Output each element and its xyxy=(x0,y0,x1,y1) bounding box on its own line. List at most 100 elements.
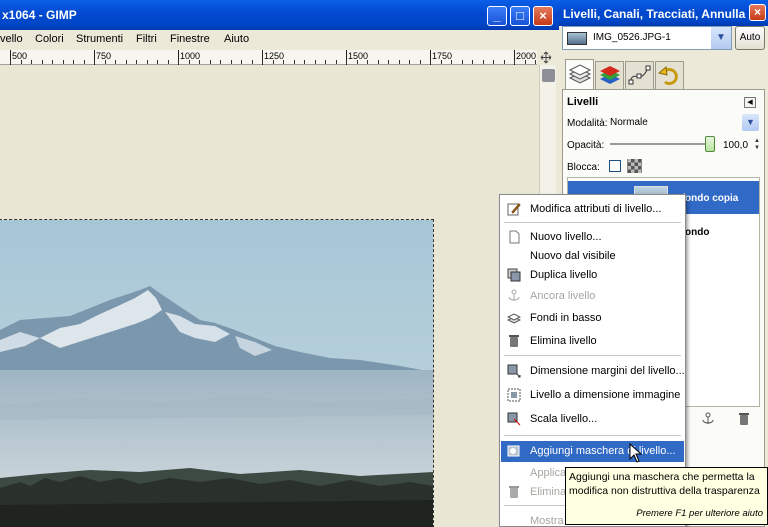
menu-item-label: Dimensione margini del livello... xyxy=(530,365,685,377)
ruler-tick xyxy=(346,60,347,64)
auto-button[interactable]: Auto xyxy=(735,26,765,50)
ruler-tick xyxy=(294,60,295,64)
menu-item-label: Livello a dimensione immagine xyxy=(530,389,681,401)
tab-channels[interactable] xyxy=(595,61,624,89)
menu-item-label: Nuovo dal visibile xyxy=(530,250,616,262)
ruler-tick xyxy=(504,60,505,64)
tooltip-line: modifica non distruttiva della trasparen… xyxy=(569,485,760,497)
opacity-label: Opacità: xyxy=(567,140,605,151)
menu-filtri[interactable]: Filtri xyxy=(136,33,157,45)
undo-icon xyxy=(657,66,678,85)
opacity-slider[interactable] xyxy=(610,143,715,145)
opacity-slider-handle[interactable] xyxy=(705,136,715,152)
dock-close-button[interactable]: × xyxy=(749,4,766,21)
ruler-tick xyxy=(378,60,379,64)
scale-layer-icon xyxy=(507,412,521,426)
zoom-icon[interactable] xyxy=(542,69,555,82)
image-window-title: x1064 - GIMP xyxy=(2,8,77,22)
ruler-tick xyxy=(178,60,179,64)
menu-finestre[interactable]: Finestre xyxy=(170,33,210,45)
ruler-tick xyxy=(105,60,106,64)
image-selector[interactable]: IMG_0526.JPG-1 ▼ xyxy=(562,26,732,50)
ruler-tick xyxy=(367,60,368,64)
menu-item-new-layer[interactable]: Nuovo livello... xyxy=(501,227,684,248)
horizontal-ruler[interactable]: 500 750 1000 1250 1500 1750 2000 xyxy=(0,50,537,65)
ruler-tick xyxy=(157,60,158,64)
panel-menu-icon[interactable]: ◀ xyxy=(744,97,756,108)
menu-item-edit-attributes[interactable]: Modifica attributi di livello... xyxy=(501,199,684,220)
menubar: vello Colori Strumenti Filtri Finestre A… xyxy=(0,30,559,50)
ruler-tick xyxy=(231,60,232,64)
ruler-tick xyxy=(441,60,442,64)
mode-value: Normale xyxy=(610,117,648,128)
menu-livello[interactable]: vello xyxy=(0,33,23,45)
photo-layer[interactable] xyxy=(0,219,434,527)
ruler-tick xyxy=(430,60,431,64)
menu-item-new-from-visible[interactable]: Nuovo dal visibile xyxy=(501,246,684,267)
opacity-spinner[interactable]: ▲ ▼ xyxy=(754,138,762,152)
opacity-value[interactable]: 100,0 xyxy=(723,140,748,151)
dock-title: Livelli, Canali, Tracciati, Annulla ... xyxy=(563,7,759,21)
menu-item-duplicate[interactable]: Duplica livello xyxy=(501,265,684,286)
ruler-label: 1500 xyxy=(348,51,369,61)
mode-select[interactable]: Normale ▼ xyxy=(604,114,759,132)
chevron-down-icon[interactable]: ▼ xyxy=(711,27,731,49)
menu-item-label: Elimina livello xyxy=(530,335,597,347)
lock-alpha-icon[interactable] xyxy=(627,159,642,173)
ruler-tick xyxy=(325,60,326,64)
ruler-label: 2000 xyxy=(516,51,537,61)
tab-undo[interactable] xyxy=(655,61,684,89)
menu-item-anchor[interactable]: Ancora livello xyxy=(501,286,684,307)
edit-icon xyxy=(507,203,521,216)
ruler-tick xyxy=(189,60,190,64)
menu-colori[interactable]: Colori xyxy=(35,33,64,45)
image-selector-label: IMG_0526.JPG-1 xyxy=(593,32,671,43)
menu-item-layer-boundary[interactable]: Dimensione margini del livello... xyxy=(501,361,685,382)
image-window-titlebar[interactable]: x1064 - GIMP _ □ × xyxy=(0,0,559,30)
minimize-button[interactable]: _ xyxy=(487,6,507,26)
menu-item-merge-down[interactable]: Fondi in basso xyxy=(501,308,684,329)
menu-item-layer-to-image-size[interactable]: Livello a dimensione immagine xyxy=(501,385,684,406)
channels-icon xyxy=(600,66,620,84)
ruler-tick xyxy=(493,60,494,64)
ruler-tick xyxy=(199,60,200,64)
menu-item-add-layer-mask[interactable]: Aggiungi maschera di livello... xyxy=(501,441,684,462)
ruler-tick xyxy=(210,60,211,64)
add-mask-icon xyxy=(507,445,520,457)
ruler-tick xyxy=(525,60,526,64)
ruler-tick xyxy=(136,60,137,64)
tooltip-line: Aggiungi una maschera che permetta la xyxy=(569,471,755,483)
menu-strumenti[interactable]: Strumenti xyxy=(76,33,123,45)
navigate-icon[interactable] xyxy=(538,50,554,65)
merge-down-icon xyxy=(507,313,521,324)
close-button[interactable]: × xyxy=(533,6,553,26)
trash-icon[interactable] xyxy=(737,412,751,426)
ruler-tick xyxy=(514,60,515,64)
ruler-tick xyxy=(262,60,263,64)
anchor-icon[interactable] xyxy=(701,412,715,426)
ruler-tick xyxy=(10,60,11,64)
ruler-tick xyxy=(52,60,53,64)
ruler-tick xyxy=(126,60,127,64)
dock-titlebar[interactable]: Livelli, Canali, Tracciati, Annulla ... … xyxy=(559,0,768,26)
menu-item-scale-layer[interactable]: Scala livello... xyxy=(501,409,684,430)
tab-paths[interactable] xyxy=(625,61,654,89)
tab-layers[interactable] xyxy=(565,59,594,89)
chevron-down-icon[interactable]: ▼ xyxy=(742,114,759,131)
maximize-button[interactable]: □ xyxy=(510,6,530,26)
ruler-tick xyxy=(472,60,473,64)
ruler-tick xyxy=(399,60,400,64)
image-thumbnail xyxy=(567,32,587,45)
panel-title: Livelli xyxy=(567,96,599,108)
menu-separator xyxy=(504,222,681,223)
ruler-tick xyxy=(252,60,253,64)
menu-item-label: Scala livello... xyxy=(530,413,598,425)
ruler-tick xyxy=(420,60,421,64)
lock-pixels-checkbox[interactable] xyxy=(609,160,621,172)
ruler-tick xyxy=(409,60,410,64)
menu-item-delete-layer[interactable]: Elimina livello xyxy=(501,331,684,352)
menu-aiuto[interactable]: Aiuto xyxy=(224,33,249,45)
menu-item-label: Fondi in basso xyxy=(530,312,602,324)
menu-item-label: Duplica livello xyxy=(530,269,598,281)
mouse-cursor-icon xyxy=(629,443,643,463)
